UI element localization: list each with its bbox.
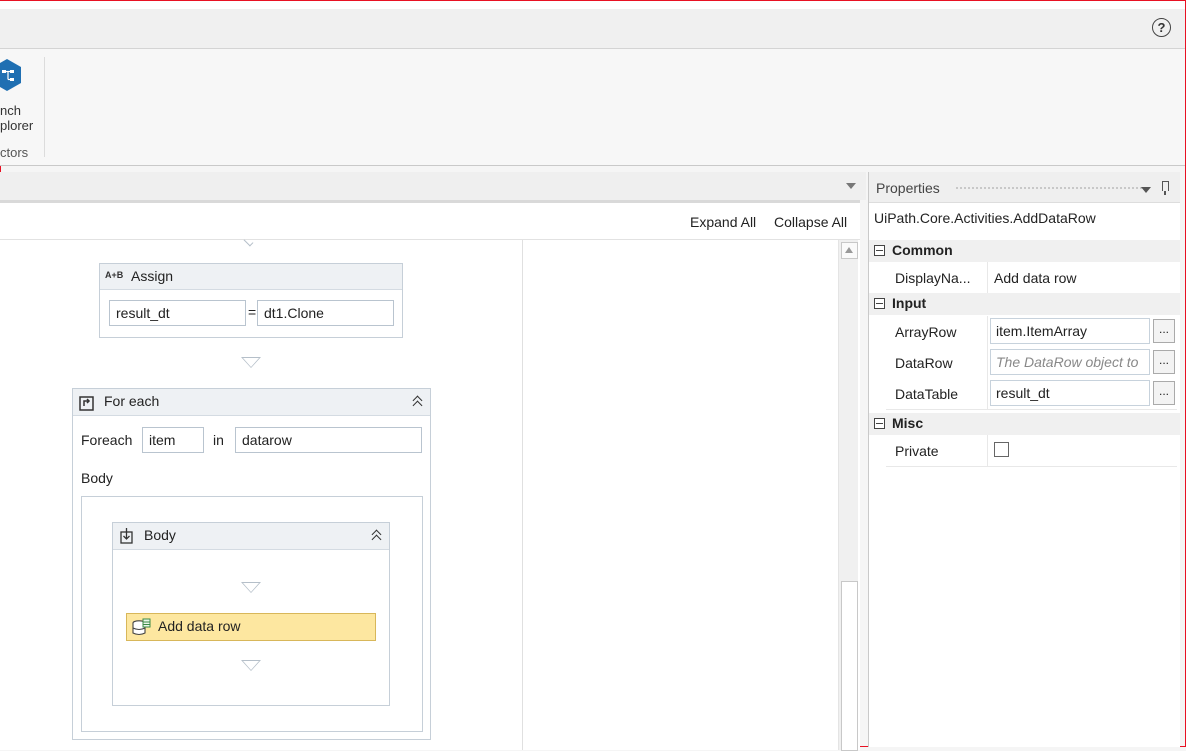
add-data-row-label: Add data row [158, 618, 241, 634]
datatable-input[interactable]: result_dt [990, 380, 1150, 406]
property-value-cell[interactable]: Add data row [987, 262, 1178, 293]
title-bar: ? [0, 9, 1185, 49]
property-value-cell: result_dt ... [987, 378, 1178, 409]
property-row-datatable[interactable]: DataTable result_dt ... [886, 378, 1177, 410]
collapse-icon[interactable] [370, 528, 384, 542]
property-row-private[interactable]: Private [886, 435, 1177, 467]
flow-arrow-icon [241, 660, 261, 671]
property-key: DisplayNa... [895, 270, 971, 286]
workflow-designer: Expand All Collapse All A+B Assign resul… [0, 200, 860, 751]
private-checkbox[interactable] [994, 442, 1009, 457]
properties-title: Properties [876, 180, 940, 196]
ellipsis-button[interactable]: ... [1153, 381, 1175, 405]
category-input[interactable]: Input [869, 293, 1180, 315]
properties-panel: Properties UiPath.Core.Activities.AddDat… [868, 172, 1180, 747]
property-row-datarow[interactable]: DataRow The DataRow object to ... [886, 347, 1177, 379]
ribbon: nch plorer ctors [0, 49, 1185, 166]
property-row-arrayrow[interactable]: ArrayRow item.ItemArray ... [886, 316, 1177, 348]
chevron-down-icon[interactable] [1141, 187, 1151, 193]
chevron-down-icon[interactable] [846, 183, 856, 189]
foreach-item-field[interactable]: item [142, 427, 204, 453]
property-value-cell: The DataRow object to ... [987, 347, 1178, 378]
scroll-up-icon[interactable] [841, 242, 858, 259]
assign-title: Assign [131, 268, 174, 284]
property-row-displayname[interactable]: DisplayNa... Add data row [886, 262, 1177, 294]
vertical-scrollbar[interactable] [838, 240, 858, 751]
properties-type-name: UiPath.Core.Activities.AddDataRow [874, 210, 1096, 226]
assign-activity[interactable]: A+B Assign result_dt = dt1.Clone [99, 263, 403, 338]
canvas-divider [522, 240, 523, 750]
document-tab-strip [0, 172, 866, 200]
ribbon-button-label-line1: nch [0, 103, 21, 118]
category-misc[interactable]: Misc [869, 413, 1180, 435]
assign-to-field[interactable]: result_dt [109, 300, 246, 326]
arrayrow-input[interactable]: item.ItemArray [990, 318, 1150, 344]
property-key: DataRow [895, 355, 953, 371]
ellipsis-button[interactable]: ... [1153, 350, 1175, 374]
foreach-activity[interactable]: For each Foreach item in datarow Body Bo… [72, 388, 431, 740]
property-key: ArrayRow [895, 324, 957, 340]
help-icon[interactable]: ? [1152, 18, 1171, 37]
ellipsis-button[interactable]: ... [1153, 319, 1175, 343]
foreach-icon [79, 396, 94, 411]
foreach-title: For each [104, 393, 160, 409]
category-name: Common [892, 242, 953, 258]
collapse-box-icon[interactable] [874, 418, 885, 429]
assign-icon: A+B [105, 270, 124, 280]
collapse-all-link[interactable]: Collapse All [774, 214, 847, 230]
expand-collapse-bar: Expand All Collapse All [0, 206, 860, 240]
sequence-icon [120, 528, 133, 544]
scroll-thumb[interactable] [841, 581, 858, 751]
category-common[interactable]: Common [869, 240, 1180, 262]
property-key: DataTable [895, 386, 959, 402]
property-key: Private [895, 443, 939, 459]
properties-header: Properties [869, 172, 1180, 203]
pin-icon[interactable] [1162, 181, 1169, 195]
collapse-box-icon[interactable] [874, 245, 885, 256]
flow-arrow-icon [241, 357, 261, 368]
foreach-body-label: Body [81, 470, 113, 486]
displayname-value[interactable]: Add data row [994, 270, 1077, 286]
datarow-input[interactable]: The DataRow object to [990, 349, 1150, 375]
category-name: Input [892, 295, 927, 311]
hexagon-tree-icon[interactable] [0, 58, 22, 92]
ribbon-button-label-line2: plorer [0, 118, 34, 133]
assign-header: A+B Assign [100, 264, 402, 290]
collapse-box-icon[interactable] [874, 298, 885, 309]
expand-all-link[interactable]: Expand All [690, 214, 756, 230]
property-value-cell: item.ItemArray ... [987, 316, 1178, 347]
foreach-header: For each [73, 389, 430, 416]
database-icon [132, 618, 151, 636]
assign-value-field[interactable]: dt1.Clone [257, 300, 394, 326]
add-data-row-activity[interactable]: Add data row [126, 613, 376, 641]
grip-dots [955, 186, 1143, 191]
collapse-icon[interactable] [411, 394, 425, 408]
ribbon-separator [44, 57, 45, 157]
body-title: Body [144, 527, 176, 543]
foreach-label: Foreach [81, 432, 133, 448]
body-header: Body [113, 523, 389, 550]
top-strip [0, 1, 1185, 9]
foreach-collection-field[interactable]: datarow [235, 427, 422, 453]
ribbon-button-label[interactable]: nch plorer [0, 103, 33, 133]
ribbon-group-label: ctors [0, 145, 29, 160]
property-value-cell [987, 435, 1178, 466]
assign-equals: = [248, 304, 257, 320]
category-name: Misc [892, 415, 924, 431]
flow-arrow-icon [241, 582, 261, 593]
foreach-in-label: in [213, 432, 224, 448]
